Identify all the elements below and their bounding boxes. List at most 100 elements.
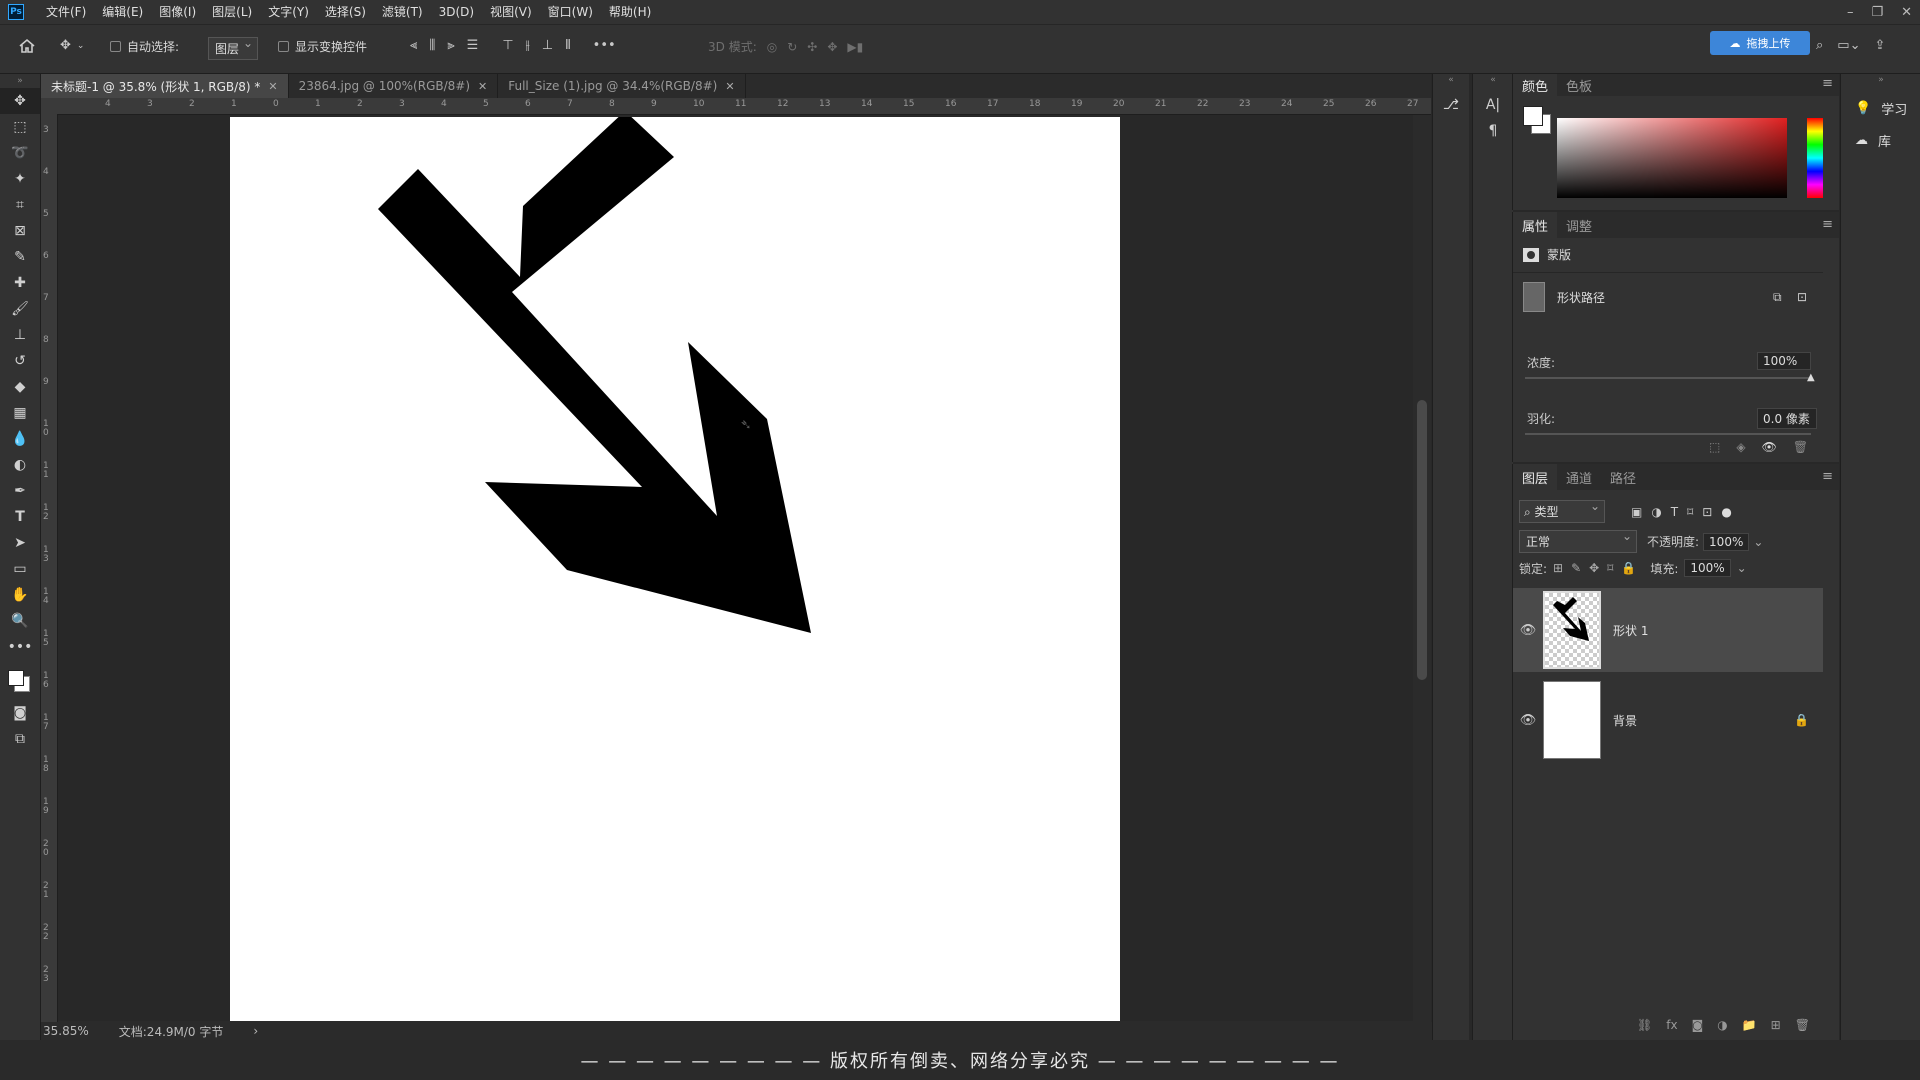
gradient-tool-icon[interactable]: ▦ [0,400,40,426]
new-layer-icon[interactable]: ⊞ [1771,1018,1781,1032]
crop-tool-icon[interactable]: ⌗ [0,192,40,218]
stamp-tool-icon[interactable]: ⊥ [0,322,40,348]
align-top-icon[interactable]: ⊤ [502,38,513,53]
collapse-icon[interactable]: « [1473,74,1513,86]
close-button[interactable]: ✕ [1901,5,1912,20]
history-panel-icon[interactable]: ⎇ [1433,92,1469,118]
opacity-field[interactable]: 100% [1703,532,1750,551]
more-tools-icon[interactable]: ••• [0,634,40,660]
density-field[interactable]: 100% [1757,352,1811,370]
restore-button[interactable]: ❐ [1871,5,1883,20]
menu-image[interactable]: 图像(I) [151,0,204,24]
brush-tool-icon[interactable]: 🖌 [0,296,40,322]
tab-channels[interactable]: 通道 [1557,464,1601,490]
tab-adjustments[interactable]: 调整 [1557,212,1601,238]
vertical-scrollbar[interactable] [1413,115,1431,1021]
status-arrow-icon[interactable]: › [253,1024,258,1038]
close-tab-icon[interactable]: ✕ [268,80,277,93]
chevron-down-icon[interactable]: ⌄ [1753,535,1763,549]
marquee-tool-icon[interactable]: ⬚ [0,114,40,140]
new-group-icon[interactable]: 📁 [1742,1018,1757,1032]
upload-button[interactable]: ☁ 拖拽上传 [1710,31,1810,55]
search-icon[interactable]: ⌕ [1816,38,1823,53]
slider-handle-icon[interactable]: ▲ [1807,372,1815,383]
3d-roll-icon[interactable]: ↻ [787,40,797,54]
feather-slider[interactable] [1525,433,1811,435]
collapse-icon[interactable]: » [1841,74,1920,86]
3d-pan-icon[interactable]: ✣ [807,40,817,54]
adjustment-layer-icon[interactable]: ◑ [1717,1018,1727,1032]
density-slider[interactable] [1525,377,1811,379]
menu-3d[interactable]: 3D(D) [431,0,482,24]
align-bottom-icon[interactable]: ⊥ [542,38,553,53]
visibility-icon[interactable]: 👁 [1513,713,1543,728]
eyedropper-tool-icon[interactable]: ✎ [0,244,40,270]
3d-slide-icon[interactable]: ✥ [827,40,837,54]
load-selection-icon[interactable]: ⬚ [1709,440,1720,454]
document-canvas[interactable]: ➴ [230,111,1120,1021]
lock-icons[interactable]: ⊞✎✥⌑🔒 [1553,561,1644,575]
layer-filter-dropdown[interactable]: ⌕ 类型 [1519,499,1605,523]
align-left-icon[interactable]: ⫷ [410,38,417,53]
paragraph-panel-icon[interactable]: ¶ [1473,118,1513,144]
apply-mask-icon[interactable]: ◈ [1736,440,1745,454]
screen-mode-icon[interactable]: ⧉ [0,726,40,752]
fx-icon[interactable]: fx [1666,1018,1677,1032]
scroll-thumb[interactable] [1417,400,1427,680]
layer-filter-icons[interactable]: ▣◑T⌑⊡ [1631,505,1721,519]
panel-menu-icon[interactable]: ≡ [1822,76,1833,91]
chevron-down-icon[interactable]: ⌄ [1737,561,1747,575]
history-brush-tool-icon[interactable]: ↺ [0,348,40,374]
hue-slider[interactable] [1807,118,1823,198]
quick-mask-icon[interactable]: ◙ [0,700,40,726]
home-icon[interactable] [18,38,36,54]
move-tool-icon[interactable]: ✥ [0,88,40,114]
feather-field[interactable]: 0.0 像素 [1757,408,1817,429]
character-panel-icon[interactable]: A| [1473,92,1513,118]
filter-toggle-icon[interactable]: ● [1721,505,1731,519]
menu-type[interactable]: 文字(Y) [260,0,317,24]
tab-swatches[interactable]: 色板 [1557,74,1601,96]
zoom-tool-icon[interactable]: 🔍 [0,608,40,634]
link-layers-icon[interactable]: ⛓ [1637,1018,1652,1032]
add-mask-icon[interactable]: ⧉ [1773,290,1782,305]
panel-menu-icon[interactable]: ≡ [1822,469,1833,484]
fill-field[interactable]: 100% [1684,559,1731,577]
dodge-tool-icon[interactable]: ◐ [0,452,40,478]
eraser-tool-icon[interactable]: ◆ [0,374,40,400]
rectangle-tool-icon[interactable]: ▭ [0,556,40,582]
tab-properties[interactable]: 属性 [1513,212,1558,238]
workspace-icon[interactable]: ▭⌄ [1837,38,1860,53]
menu-layer[interactable]: 图层(L) [204,0,260,24]
distribute-h-icon[interactable]: ⫴ [565,38,570,53]
layer-row-background[interactable]: 👁 背景 🔒 [1513,678,1823,762]
doc-size[interactable]: 文档:24.9M/0 字节 [119,1023,224,1040]
menu-view[interactable]: 视图(V) [482,0,540,24]
share-icon[interactable]: ⇪ [1874,38,1885,53]
arrow-shape[interactable] [230,111,1120,1021]
tab-layers[interactable]: 图层 [1513,464,1558,490]
lasso-tool-icon[interactable]: ➰ [0,140,40,166]
delete-layer-icon[interactable]: 🗑 [1795,1018,1810,1032]
vector-mask-icon[interactable]: ⊡ [1797,290,1807,304]
library-item[interactable]: ☁ 库 [1841,124,1920,156]
menu-help[interactable]: 帮助(H) [601,0,659,24]
add-mask-icon[interactable]: ◙ [1692,1018,1704,1032]
layer-name[interactable]: 背景 [1613,712,1637,729]
panel-menu-icon[interactable]: ≡ [1822,217,1833,232]
collapse-icon[interactable]: « [1433,74,1469,86]
healing-tool-icon[interactable]: ✚ [0,270,40,296]
tab-23864[interactable]: 23864.jpg @ 100%(RGB/8#) ✕ [289,74,499,98]
magic-wand-tool-icon[interactable]: ✦ [0,166,40,192]
tab-full-size[interactable]: Full_Size (1).jpg @ 34.4%(RGB/8#) ✕ [498,74,746,98]
align-middle-icon[interactable]: ⫲ [526,38,530,53]
menu-window[interactable]: 窗口(W) [540,0,601,24]
frame-tool-icon[interactable]: ⊠ [0,218,40,244]
distribute-icon[interactable]: ☰ [467,38,479,53]
delete-icon[interactable]: 🗑 [1793,440,1808,454]
auto-select-dropdown[interactable]: 图层 [208,36,259,60]
move-tool-preset-icon[interactable]: ✥ ⌄ [60,38,84,53]
align-right-icon[interactable]: ⫸ [447,38,454,53]
visibility-icon[interactable]: 👁 [1513,623,1543,638]
menu-file[interactable]: 文件(F) [38,0,94,24]
